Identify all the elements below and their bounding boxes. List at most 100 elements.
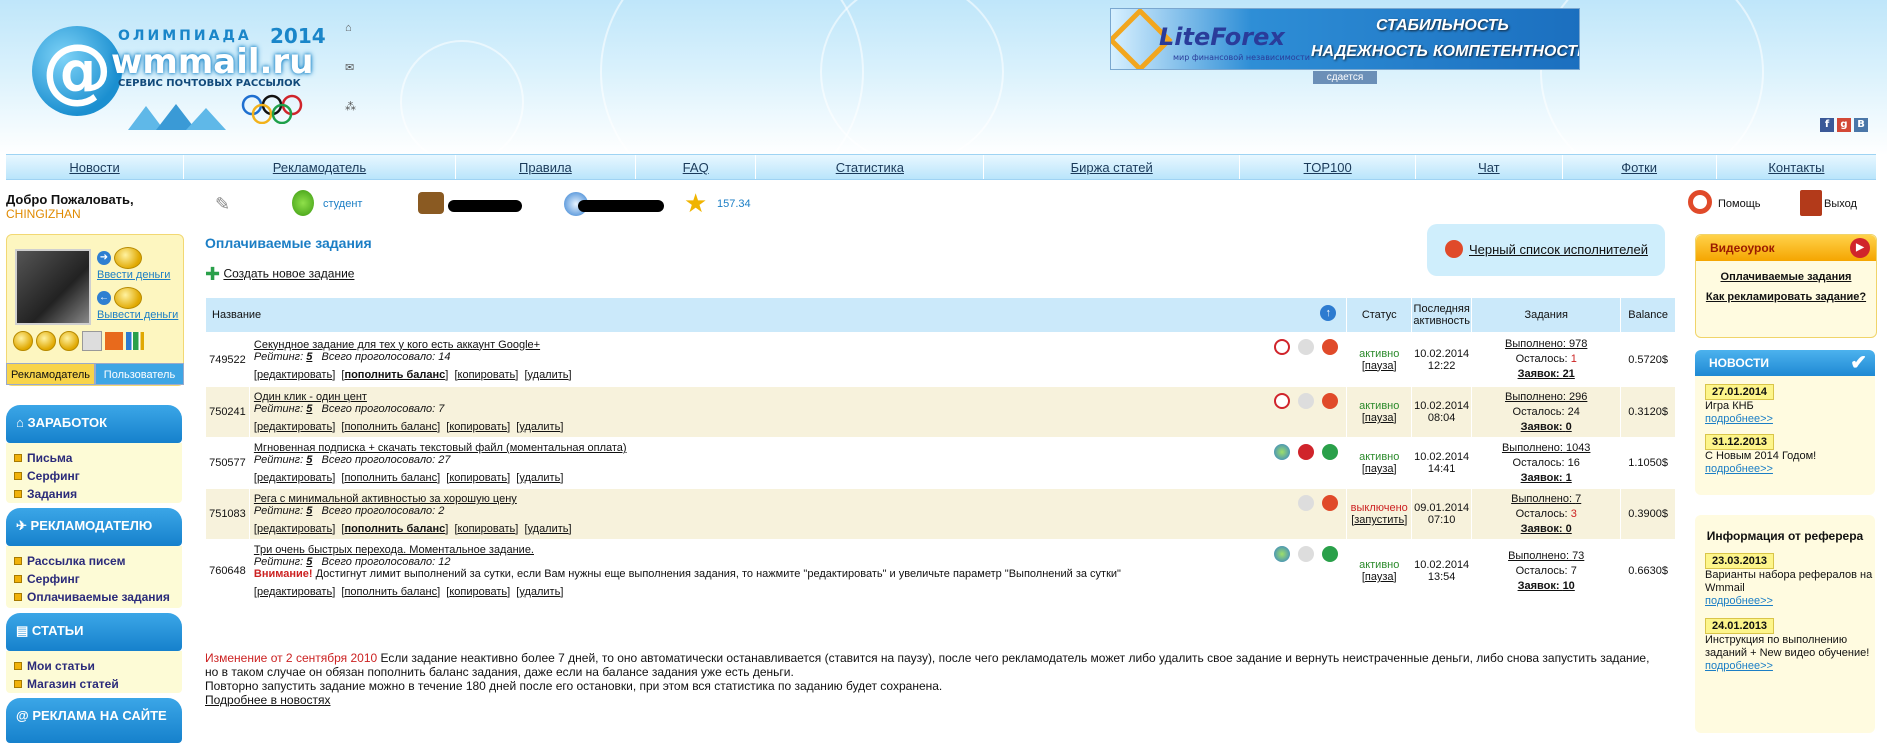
nav-item-advertiser[interactable]: Рекламодатель — [184, 155, 456, 179]
globe-icon[interactable] — [1274, 546, 1291, 562]
task-requests-count[interactable]: 0 — [1566, 421, 1572, 433]
arrow-up-green-icon[interactable] — [1322, 444, 1339, 460]
sitemap-icon[interactable]: ⁂ — [345, 100, 359, 139]
task-done-count[interactable]: 296 — [1569, 391, 1587, 403]
vk-icon[interactable]: В — [1854, 118, 1868, 132]
edit-task-button[interactable]: редактировать — [257, 369, 332, 381]
news-more-link[interactable]: подробнее>> — [1705, 463, 1773, 475]
sidebar-item-mailing[interactable]: Рассылка писем — [14, 554, 170, 572]
clock-icon[interactable] — [1274, 393, 1291, 409]
search-icon[interactable] — [1298, 339, 1315, 355]
facebook-icon[interactable]: f — [1820, 118, 1834, 132]
fund-task-button[interactable]: пополнить баланс — [344, 421, 437, 433]
sidebar-item-paid-tasks[interactable]: Оплачиваемые задания — [14, 590, 170, 608]
withdraw-link[interactable]: Вывести деньги — [97, 309, 178, 321]
copy-task-button[interactable]: копировать — [458, 369, 516, 381]
task-requests-count[interactable]: 21 — [1563, 368, 1575, 380]
delete-task-button[interactable]: удалить — [519, 421, 560, 433]
sidebar-item-surfing-ads[interactable]: Серфинг — [14, 572, 170, 590]
google-plus-icon[interactable]: g — [1837, 118, 1851, 132]
site-logo[interactable]: @ ОЛИМПИАДА 2014 wmmail.ru СЕРВИС ПОЧТОВ… — [18, 6, 326, 131]
scroll-icon[interactable]: ✎ — [215, 194, 230, 215]
nav-label[interactable]: Рекламодатель — [273, 160, 366, 175]
blacklist-link[interactable]: Черный список исполнителей — [1469, 242, 1648, 257]
copy-task-button[interactable]: копировать — [458, 523, 516, 535]
sidebar-item-tasks[interactable]: Задания — [14, 487, 80, 505]
task-requests-count[interactable]: 1 — [1566, 472, 1572, 484]
help-lifebuoy-icon[interactable] — [1688, 190, 1712, 214]
task-requests-count[interactable]: 10 — [1563, 580, 1575, 592]
sidebar-item-letters[interactable]: Письма — [14, 451, 80, 469]
fund-task-button[interactable]: пополнить баланс — [344, 523, 445, 535]
nav-label[interactable]: FAQ — [683, 160, 709, 175]
arrow-up-red-icon[interactable] — [1322, 393, 1339, 409]
clock-icon[interactable] — [1274, 339, 1291, 355]
nav-label[interactable]: Биржа статей — [1071, 160, 1153, 175]
search-icon[interactable] — [1298, 495, 1315, 511]
task-done-count[interactable]: 7 — [1575, 493, 1581, 505]
arrow-up-red-icon[interactable] — [1322, 339, 1339, 355]
nav-label[interactable]: Правила — [519, 160, 572, 175]
delete-task-button[interactable]: удалить — [528, 369, 569, 381]
delete-task-button[interactable]: удалить — [519, 586, 560, 598]
nav-item-chat[interactable]: Чат — [1416, 155, 1563, 179]
sort-up-icon[interactable]: ↑ — [1320, 305, 1337, 321]
copy-task-button[interactable]: копировать — [449, 421, 507, 433]
deposit-link[interactable]: Ввести деньги — [97, 269, 170, 281]
nav-label[interactable]: Статистика — [836, 160, 904, 175]
nav-item-article-exchange[interactable]: Биржа статей — [984, 155, 1241, 179]
fund-task-button[interactable]: пополнить баланс — [344, 472, 437, 484]
create-task-button[interactable]: ✚ Создать новое задание — [205, 264, 354, 285]
logout-link[interactable]: Выход — [1824, 198, 1857, 210]
help-link[interactable]: Помощь — [1718, 198, 1761, 210]
copy-task-button[interactable]: копировать — [449, 586, 507, 598]
edit-task-button[interactable]: редактировать — [257, 586, 332, 598]
home-icon[interactable]: ⌂ — [345, 22, 359, 61]
ad-banner[interactable]: LiteForex мир финансовой независимости С… — [1110, 8, 1580, 70]
nav-label[interactable]: Новости — [69, 160, 119, 175]
avatar[interactable] — [15, 249, 91, 325]
pin-icon[interactable] — [1298, 444, 1315, 460]
task-done-count[interactable]: 1043 — [1566, 442, 1590, 454]
nav-item-news[interactable]: Новости — [6, 155, 185, 179]
news-more-link[interactable]: подробнее>> — [1705, 413, 1773, 425]
nav-item-statistics[interactable]: Статистика — [756, 155, 985, 179]
task-done-count[interactable]: 73 — [1572, 550, 1584, 562]
task-title[interactable]: Рега с минимальной активностью за хорошу… — [254, 493, 1342, 505]
globe-icon[interactable] — [1274, 444, 1291, 460]
search-icon[interactable] — [1298, 546, 1315, 562]
nav-item-rules[interactable]: Правила — [456, 155, 636, 179]
banner-rent-label[interactable]: сдается — [1313, 71, 1377, 84]
video-link-how-to-advertise[interactable]: Как рекламировать задание? — [1696, 291, 1876, 303]
search-icon[interactable] — [1298, 393, 1315, 409]
delete-task-button[interactable]: удалить — [519, 472, 560, 484]
task-toggle-button[interactable]: пауза — [1365, 571, 1394, 583]
sidebar-item-surfing[interactable]: Серфинг — [14, 469, 80, 487]
task-title[interactable]: Мгновенная подписка + скачать текстовый … — [254, 442, 1342, 454]
task-title[interactable]: Три очень быстрых перехода. Моментальное… — [254, 544, 1342, 556]
task-toggle-button[interactable]: пауза — [1365, 412, 1394, 424]
referrer-more-link[interactable]: подробнее>> — [1705, 595, 1773, 607]
boxes-icon[interactable] — [105, 332, 124, 350]
nav-item-contacts[interactable]: Контакты — [1717, 155, 1876, 179]
fund-task-button[interactable]: пополнить баланс — [344, 369, 445, 381]
notepad-icon[interactable] — [82, 331, 103, 351]
sidebar-item-my-articles[interactable]: Мои статьи — [14, 659, 119, 677]
tab-user[interactable]: Пользователь — [95, 363, 184, 385]
nav-item-photos[interactable]: Фотки — [1563, 155, 1717, 179]
edit-task-button[interactable]: редактировать — [257, 472, 332, 484]
task-requests-count[interactable]: 0 — [1566, 523, 1572, 535]
notice-more-link[interactable]: Подробнее в новостях — [205, 693, 330, 707]
task-toggle-button[interactable]: пауза — [1365, 360, 1394, 372]
arrow-up-green-icon[interactable] — [1322, 546, 1339, 562]
copy-task-button[interactable]: копировать — [449, 472, 507, 484]
referrer-more-link[interactable]: подробнее>> — [1705, 660, 1773, 672]
video-link-paid-tasks[interactable]: Оплачиваемые задания — [1696, 271, 1876, 283]
fund-task-button[interactable]: пополнить баланс — [344, 586, 437, 598]
chart-icon[interactable] — [126, 332, 145, 350]
nav-item-top100[interactable]: TOP100 — [1240, 155, 1417, 179]
tab-advertiser[interactable]: Рекламодатель — [6, 363, 95, 385]
task-title[interactable]: Один клик - один цент — [254, 391, 1342, 403]
task-done-count[interactable]: 978 — [1569, 338, 1587, 350]
task-toggle-button[interactable]: пауза — [1365, 463, 1394, 475]
